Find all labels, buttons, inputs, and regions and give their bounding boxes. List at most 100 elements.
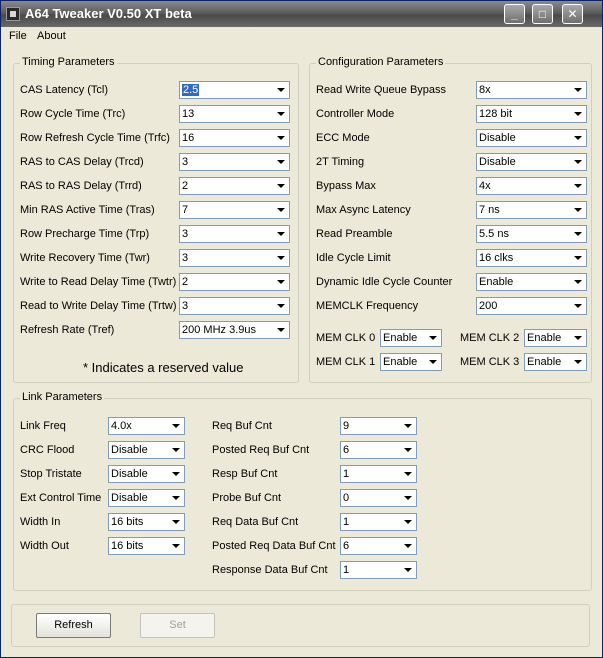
chevron-down-icon[interactable]: [169, 491, 183, 505]
timing-select-trfc[interactable]: 16: [179, 129, 290, 147]
timing-select-trtw[interactable]: 3: [179, 297, 290, 315]
chevron-down-icon[interactable]: [401, 539, 415, 553]
chevron-down-icon[interactable]: [169, 419, 183, 433]
chevron-down-icon[interactable]: [274, 83, 288, 97]
link-value-ext-control-time: Disable: [111, 492, 148, 504]
menu-file[interactable]: File: [9, 30, 27, 42]
chevron-down-icon[interactable]: [571, 227, 585, 241]
link-value-width-in: 16 bits: [111, 516, 144, 528]
link-select-ext-control-time[interactable]: Disable: [108, 489, 185, 507]
chevron-down-icon[interactable]: [426, 355, 440, 369]
menu-about[interactable]: About: [37, 30, 66, 42]
chevron-down-icon[interactable]: [274, 227, 288, 241]
title-bar[interactable]: A64 Tweaker V0.50 XT beta _ □ ✕: [1, 1, 602, 27]
chevron-down-icon[interactable]: [571, 355, 585, 369]
chevron-down-icon[interactable]: [401, 419, 415, 433]
chevron-down-icon[interactable]: [401, 443, 415, 457]
maximize-button[interactable]: □: [532, 4, 553, 24]
chevron-down-icon[interactable]: [571, 155, 585, 169]
config-select-controller-mode[interactable]: 128 bit: [476, 105, 587, 123]
chevron-down-icon[interactable]: [274, 323, 288, 337]
link-select-width-out[interactable]: 16 bits: [108, 537, 185, 555]
chevron-down-icon[interactable]: [274, 299, 288, 313]
close-button[interactable]: ✕: [562, 4, 583, 24]
chevron-down-icon[interactable]: [274, 155, 288, 169]
config-select-ecc-mode[interactable]: Disable: [476, 129, 587, 147]
chevron-down-icon[interactable]: [401, 467, 415, 481]
config-select-2t-timing[interactable]: Disable: [476, 153, 587, 171]
memclk-1-label: MEM CLK 1: [316, 356, 376, 368]
chevron-down-icon[interactable]: [274, 275, 288, 289]
chevron-down-icon[interactable]: [274, 251, 288, 265]
link-select-req-buf-cnt[interactable]: 9: [340, 417, 417, 435]
chevron-down-icon[interactable]: [571, 179, 585, 193]
memclk-3-select[interactable]: Enable: [524, 353, 587, 371]
timing-select-tref[interactable]: 200 MHz 3.9us: [179, 321, 290, 339]
link-value-link-freq: 4.0x: [111, 420, 132, 432]
timing-select-twtr[interactable]: 2: [179, 273, 290, 291]
timing-select-trcd[interactable]: 3: [179, 153, 290, 171]
chevron-down-icon[interactable]: [274, 131, 288, 145]
window-title: A64 Tweaker V0.50 XT beta: [25, 6, 192, 21]
minimize-button[interactable]: _: [504, 4, 525, 24]
chevron-down-icon[interactable]: [401, 491, 415, 505]
timing-select-trp[interactable]: 3: [179, 225, 290, 243]
config-select-max-async-latency[interactable]: 7 ns: [476, 201, 587, 219]
timing-select-tcl[interactable]: 2.5: [179, 81, 290, 99]
config-label-rw-queue-bypass: Read Write Queue Bypass: [316, 84, 447, 96]
chevron-down-icon[interactable]: [571, 203, 585, 217]
chevron-down-icon[interactable]: [571, 251, 585, 265]
app-icon[interactable]: [6, 7, 20, 21]
config-select-memclk-frequency[interactable]: 200: [476, 297, 587, 315]
timing-select-trrd[interactable]: 2: [179, 177, 290, 195]
set-button[interactable]: Set: [140, 613, 215, 638]
chevron-down-icon[interactable]: [169, 515, 183, 529]
timing-value-twr: 3: [182, 252, 189, 264]
chevron-down-icon[interactable]: [571, 131, 585, 145]
link-select-stop-tristate[interactable]: Disable: [108, 465, 185, 483]
link-select-link-freq[interactable]: 4.0x: [108, 417, 185, 435]
config-value-2t-timing: Disable: [479, 156, 516, 168]
link-select-crc-flood[interactable]: Disable: [108, 441, 185, 459]
config-label-bypass-max: Bypass Max: [316, 180, 376, 192]
chevron-down-icon[interactable]: [571, 275, 585, 289]
timing-value-trrd: 2: [182, 180, 189, 192]
chevron-down-icon[interactable]: [169, 539, 183, 553]
chevron-down-icon[interactable]: [571, 83, 585, 97]
memclk-2-select[interactable]: Enable: [524, 329, 587, 347]
chevron-down-icon[interactable]: [401, 563, 415, 577]
memclk-1-select[interactable]: Enable: [380, 353, 442, 371]
link-parameters-title: Link Parameters: [20, 391, 105, 403]
config-select-rw-queue-bypass[interactable]: 8x: [476, 81, 587, 99]
chevron-down-icon[interactable]: [169, 443, 183, 457]
chevron-down-icon[interactable]: [571, 299, 585, 313]
link-select-req-data-buf-cnt[interactable]: 1: [340, 513, 417, 531]
link-select-resp-buf-cnt[interactable]: 1: [340, 465, 417, 483]
timing-label-tras: Min RAS Active Time (Tras): [20, 204, 155, 216]
config-label-ecc-mode: ECC Mode: [316, 132, 370, 144]
link-select-posted-req-data-buf-cnt[interactable]: 6: [340, 537, 417, 555]
config-select-read-preamble[interactable]: 5.5 ns: [476, 225, 587, 243]
chevron-down-icon[interactable]: [426, 331, 440, 345]
timing-select-tras[interactable]: 7: [179, 201, 290, 219]
link-select-response-data-buf-cnt[interactable]: 1: [340, 561, 417, 579]
chevron-down-icon[interactable]: [274, 203, 288, 217]
chevron-down-icon[interactable]: [169, 467, 183, 481]
timing-select-trc[interactable]: 13: [179, 105, 290, 123]
memclk-0-select[interactable]: Enable: [380, 329, 442, 347]
config-select-idle-cycle-limit[interactable]: 16 clks: [476, 249, 587, 267]
timing-select-twr[interactable]: 3: [179, 249, 290, 267]
refresh-button[interactable]: Refresh: [36, 613, 111, 638]
chevron-down-icon[interactable]: [274, 107, 288, 121]
chevron-down-icon[interactable]: [571, 107, 585, 121]
chevron-down-icon[interactable]: [401, 515, 415, 529]
config-select-bypass-max[interactable]: 4x: [476, 177, 587, 195]
link-select-width-in[interactable]: 16 bits: [108, 513, 185, 531]
chevron-down-icon[interactable]: [274, 179, 288, 193]
link-label-resp-buf-cnt: Resp Buf Cnt: [212, 468, 278, 480]
chevron-down-icon[interactable]: [571, 331, 585, 345]
link-select-posted-req-buf-cnt[interactable]: 6: [340, 441, 417, 459]
config-select-dynamic-idle-cycle-counter[interactable]: Enable: [476, 273, 587, 291]
reserved-value-note: * Indicates a reserved value: [83, 360, 244, 375]
link-select-probe-buf-cnt[interactable]: 0: [340, 489, 417, 507]
